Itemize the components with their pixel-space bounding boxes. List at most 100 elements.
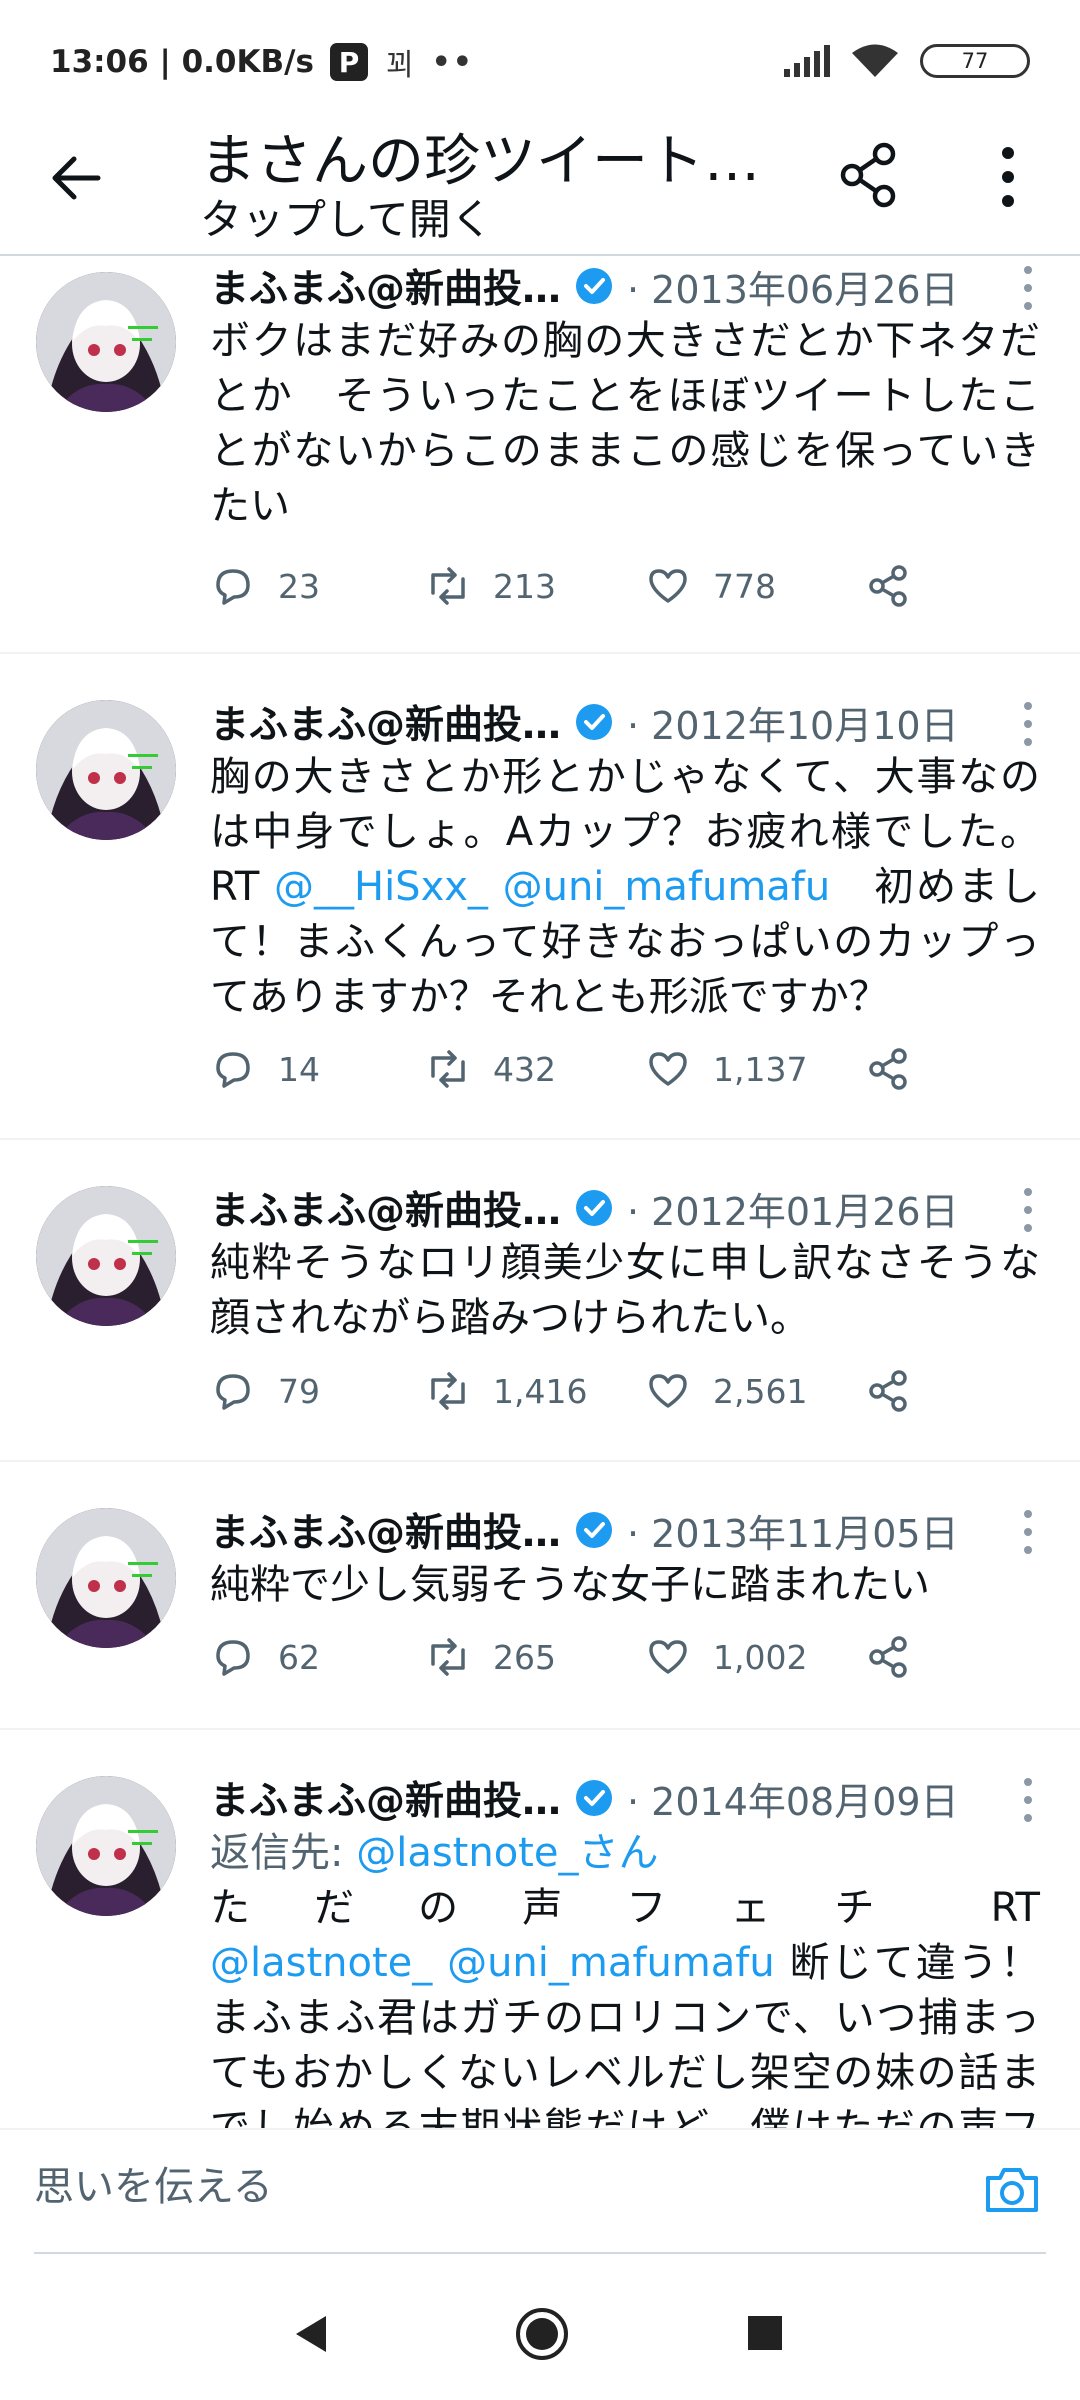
tweet-more-icon[interactable]	[1016, 1508, 1040, 1556]
reply-icon	[216, 569, 250, 605]
wifi-icon	[852, 44, 898, 77]
tweet-header: まふまふ@新曲投… · 2013年11月05日	[210, 1502, 1060, 1558]
reply-button[interactable]: 23	[210, 561, 320, 611]
tweet-item[interactable]: まふまふ@新曲投… · 2012年01月26日 純粋そうなロリ顔美少女に申し訳な…	[0, 1140, 1080, 1462]
back-arrow-icon[interactable]	[44, 146, 108, 210]
app-header: まさんの珍ツイート… タップして開く	[0, 100, 1080, 256]
share-tweet-button[interactable]	[865, 1044, 911, 1094]
nav-home-icon[interactable]	[514, 2306, 570, 2362]
tweet-more-icon[interactable]	[1016, 264, 1040, 312]
avatar-illustration-icon	[36, 1186, 176, 1326]
system-nav-bar	[0, 2270, 1080, 2400]
battery-level: 77	[961, 49, 989, 73]
tweet-text: 純粋そうなロリ顔美少女に申し訳なさそうな顔されながら踏みつけられたい。	[210, 1240, 1040, 1341]
reply-to-label: 返信先:	[210, 1830, 357, 1876]
tweet-date[interactable]: · 2012年01月26日	[627, 1181, 959, 1236]
reply-count: 79	[278, 1371, 320, 1411]
tweet-date[interactable]: · 2012年10月10日	[627, 695, 959, 750]
avatar[interactable]	[36, 1508, 176, 1648]
retweet-count: 213	[493, 566, 556, 606]
verified-badge-icon	[576, 1512, 613, 1548]
tweet-text: 純粋で少し気弱そうな女子に踏まれたい	[210, 1562, 930, 1608]
tweet-author[interactable]: まふまふ@新曲投…	[210, 694, 561, 750]
verified-badge-icon	[576, 1780, 613, 1816]
page-subtitle[interactable]: タップして開く	[200, 186, 493, 247]
retweet-button[interactable]: 432	[425, 1044, 556, 1094]
share-tweet-button[interactable]	[865, 1366, 911, 1416]
reply-icon	[216, 1640, 250, 1676]
paypay-app-icon: P	[330, 43, 368, 81]
avatar[interactable]	[36, 700, 176, 840]
share-icon[interactable]	[836, 142, 902, 208]
reply-icon	[216, 1052, 250, 1088]
tweet-date[interactable]: · 2013年06月26日	[627, 259, 959, 314]
tweet-item[interactable]: まふまふ@新曲投… · 2014年08月09日 返信先: @lastnote_さ…	[0, 1730, 1080, 2128]
share-tweet-button[interactable]	[865, 561, 911, 611]
reply-button[interactable]: 62	[210, 1632, 320, 1682]
tweet-author[interactable]: まふまふ@新曲投…	[210, 1502, 561, 1558]
tweet-date[interactable]: · 2014年08月09日	[627, 1771, 959, 1826]
like-button[interactable]: 2,561	[645, 1366, 807, 1416]
camera-icon[interactable]	[982, 2160, 1042, 2220]
nav-back-icon[interactable]	[290, 2312, 334, 2356]
verified-badge-icon	[576, 1190, 613, 1226]
compose-bar: 思いを伝える	[0, 2128, 1080, 2270]
heart-icon	[649, 1052, 687, 1086]
retweet-count: 432	[493, 1049, 556, 1089]
retweet-count: 1,416	[493, 1371, 588, 1411]
tweet-author[interactable]: まふまふ@新曲投…	[210, 1770, 561, 1826]
tweet-author[interactable]: まふまふ@新曲投…	[210, 258, 561, 314]
avatar[interactable]	[36, 272, 176, 412]
tweet-text: 返信先: @lastnote_さん た だ の 声 フ ェ チ RT @last…	[210, 1826, 1040, 2128]
retweet-icon	[431, 1372, 465, 1410]
retweet-button[interactable]: 1,416	[425, 1366, 587, 1416]
like-count: 1,002	[713, 1637, 808, 1677]
tweet-header: まふまふ@新曲投… · 2013年06月26日	[210, 258, 1060, 314]
tweet-text-part: た だ の 声 フ ェ チ RT	[210, 1885, 1040, 1931]
tweet-more-icon[interactable]	[1016, 1186, 1040, 1234]
tweet-item[interactable]: まふまふ@新曲投… · 2013年06月26日 ボクはまだ好みの胸の大きさだとか…	[0, 258, 1080, 654]
reply-button[interactable]: 79	[210, 1366, 320, 1416]
tweet-author[interactable]: まふまふ@新曲投…	[210, 1180, 561, 1236]
reply-count: 14	[278, 1049, 320, 1089]
tweet-text-content: た だ の 声 フ ェ チ RT @lastnote_ @uni_mafumaf…	[210, 1881, 1040, 2128]
tweet-more-icon[interactable]	[1016, 700, 1040, 748]
app-notification-icon: 꾀	[386, 48, 414, 83]
compose-input[interactable]: 思いを伝える	[34, 2154, 273, 2212]
avatar[interactable]	[36, 1776, 176, 1916]
avatar[interactable]	[36, 1186, 176, 1326]
more-notifications-icon: ••	[431, 44, 474, 80]
share-icon	[869, 1048, 907, 1090]
tweet-item[interactable]: まふまふ@新曲投… · 2012年10月10日 胸の大きさとか形とかじゃなくて、…	[0, 654, 1080, 1140]
more-vertical-icon[interactable]	[978, 144, 1038, 210]
like-button[interactable]: 778	[645, 561, 776, 611]
page-title[interactable]: まさんの珍ツイート…	[200, 116, 760, 197]
like-button[interactable]: 1,137	[645, 1044, 807, 1094]
share-tweet-button[interactable]	[865, 1632, 911, 1682]
tweet-feed[interactable]: まふまふ@新曲投… · 2013年06月26日 ボクはまだ好みの胸の大きさだとか…	[0, 258, 1080, 2128]
verified-badge-icon	[576, 704, 613, 740]
share-icon	[869, 1370, 907, 1412]
status-time: 13:06 | 0.0KB/s	[50, 44, 314, 80]
like-button[interactable]: 1,002	[645, 1632, 807, 1682]
tweet-more-icon[interactable]	[1016, 1776, 1040, 1824]
retweet-icon	[431, 567, 465, 605]
retweet-button[interactable]: 265	[425, 1632, 556, 1682]
avatar-illustration-icon	[36, 1508, 176, 1648]
mention-link[interactable]: @lastnote_	[210, 1940, 432, 1986]
status-notification-icons: P 꾀 ••	[330, 40, 474, 84]
nav-recents-icon[interactable]	[746, 2314, 784, 2352]
like-count: 1,137	[713, 1049, 808, 1089]
like-count: 2,561	[713, 1371, 808, 1411]
mention-link[interactable]: @uni_mafumafu	[503, 864, 831, 910]
reply-icon	[216, 1374, 250, 1410]
tweet-date[interactable]: · 2013年11月05日	[627, 1503, 959, 1558]
mention-link[interactable]: @__HiSxx_	[274, 864, 488, 910]
reply-button[interactable]: 14	[210, 1044, 320, 1094]
tweet-item[interactable]: まふまふ@新曲投… · 2013年11月05日 純粋で少し気弱そうな女子に踏まれ…	[0, 1462, 1080, 1730]
tweet-header: まふまふ@新曲投… · 2012年10月10日	[210, 694, 1060, 750]
retweet-icon	[431, 1050, 465, 1088]
reply-to-mention[interactable]: @lastnote_さん	[356, 1830, 658, 1876]
mention-link[interactable]: @uni_mafumafu	[447, 1940, 775, 1986]
retweet-button[interactable]: 213	[425, 561, 556, 611]
